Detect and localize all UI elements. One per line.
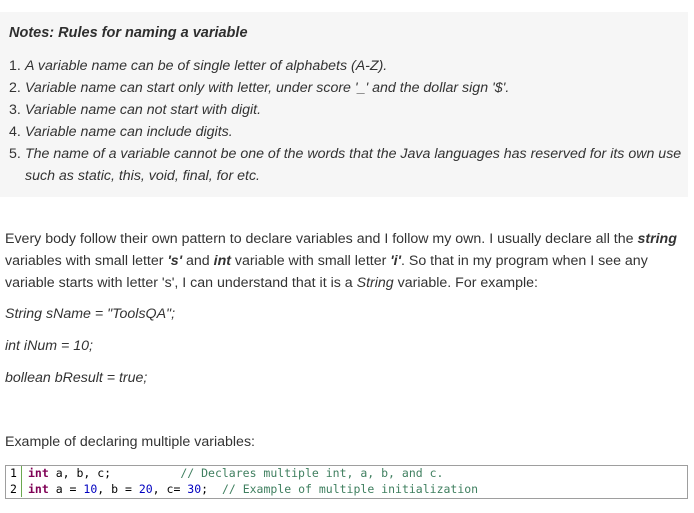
- line-number: 1: [6, 466, 22, 482]
- example-string: String sName = "ToolsQA";: [5, 306, 176, 322]
- naming-paragraph: Every body follow their own pattern to d…: [5, 231, 677, 291]
- string-word: String: [356, 274, 394, 291]
- list-item: 1. A variable name can be of single lette…: [9, 58, 388, 74]
- string-keyword: string: [637, 231, 677, 247]
- code-block: 1 int a, b, c; // Declares multiple int,…: [5, 465, 688, 499]
- int-keyword: int: [213, 252, 231, 269]
- example-int: int iNum = 10;: [5, 338, 93, 354]
- code-row: 1 int a, b, c; // Declares multiple int,…: [6, 466, 687, 482]
- list-item: 2. Variable name can start only with lett…: [9, 80, 510, 96]
- line-number: 2: [6, 481, 22, 497]
- code-source: int a, b, c; // Declares multiple int, a…: [28, 466, 444, 480]
- list-item: 3. Variable name can not start with digit…: [9, 102, 262, 118]
- s-letter: 's': [167, 252, 183, 269]
- code-source: int a = 10, b = 20, c= 30; // Example of…: [28, 481, 479, 496]
- rules-list: 1. A variable name can be of single lette…: [0, 55, 690, 187]
- multi-label: Example of declaring multiple variables:: [5, 434, 255, 450]
- example-boolean: bollean bResult = true;: [5, 370, 148, 386]
- list-item: 4. Variable name can include digits.: [9, 124, 233, 140]
- list-item: 5. The name of a variable cannot be one o…: [9, 146, 682, 184]
- i-letter: 'i': [390, 252, 401, 269]
- notes-title: Notes: Rules for naming a variable: [9, 25, 248, 41]
- code-row: 2 int a = 10, b = 20, c= 30; // Example …: [6, 481, 687, 497]
